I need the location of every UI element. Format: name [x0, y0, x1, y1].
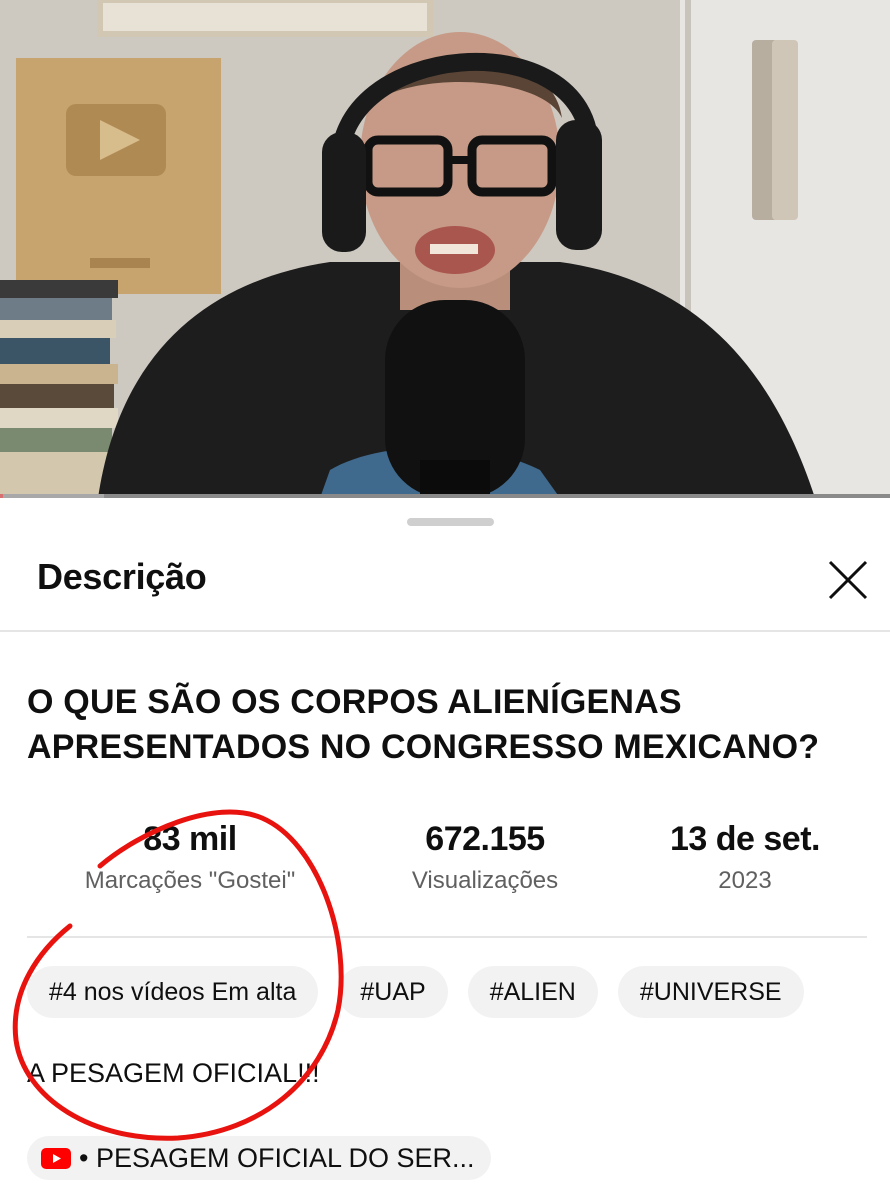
linked-video-chip[interactable]: • PESAGEM OFICIAL DO SER... [27, 1136, 491, 1180]
chip-hashtag-uap[interactable]: #UAP [338, 966, 448, 1018]
video-player[interactable] [0, 0, 890, 498]
tag-chips: #4 nos vídeos Em alta #UAP #ALIEN #UNIVE… [27, 966, 804, 1018]
views-count: 672.155 [425, 820, 545, 858]
chip-hashtag-alien[interactable]: #ALIEN [467, 966, 598, 1018]
chip-hashtag-universe[interactable]: #UNIVERSE [617, 966, 804, 1018]
linked-video-text: • PESAGEM OFICIAL DO SER... [79, 1142, 475, 1173]
divider [0, 630, 890, 632]
publish-year: 2023 [718, 867, 772, 894]
views-label: Visualizações [411, 867, 559, 894]
stat-views: 672.155 Visualizações [355, 820, 615, 895]
sheet-title: Descrição [37, 556, 207, 597]
publish-date: 13 de set. [670, 820, 820, 858]
description-sheet: Descrição O QUE SÃO OS CORPOS ALIENÍGENA… [0, 498, 890, 1200]
close-icon [828, 560, 868, 600]
drag-handle[interactable] [407, 518, 494, 526]
divider [27, 936, 867, 938]
video-title: O QUE SÃO OS CORPOS ALIENÍGENAS APRESENT… [27, 683, 820, 766]
stat-likes: 83 mil Marcações "Gostei" [60, 820, 320, 895]
stat-date: 13 de set. 2023 [615, 820, 875, 895]
likes-label: Marcações "Gostei" [84, 867, 296, 894]
likes-count: 83 mil [143, 820, 237, 858]
chip-trending[interactable]: #4 nos vídeos Em alta [27, 966, 319, 1018]
close-button[interactable] [820, 552, 876, 608]
video-frame-image [0, 0, 890, 498]
youtube-icon [41, 1147, 71, 1169]
description-text: A PESAGEM OFICIAL!!! [27, 1058, 320, 1088]
